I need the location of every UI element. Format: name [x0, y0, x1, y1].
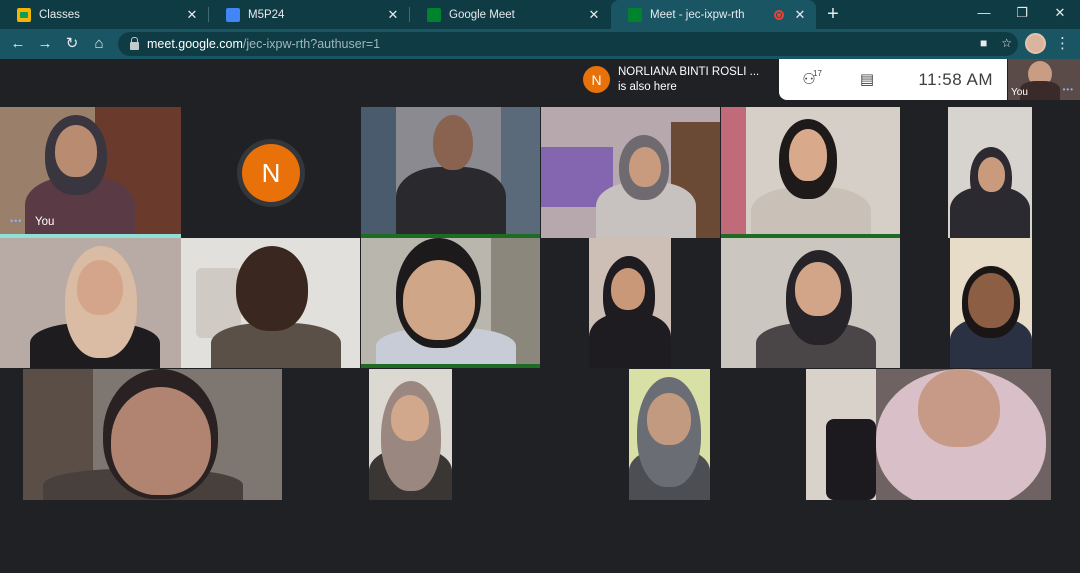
meet-icon: [427, 7, 441, 22]
minimize-button[interactable]: —: [966, 3, 1002, 23]
person-face: [611, 268, 645, 310]
tab-m5p24[interactable]: M5P24 ✕: [209, 0, 409, 29]
curtain: [721, 107, 746, 238]
person-face: [111, 387, 211, 495]
participant-tile[interactable]: [23, 369, 282, 500]
close-icon[interactable]: ✕: [385, 7, 401, 23]
self-view-thumbnail[interactable]: You •••: [1008, 59, 1080, 100]
tab-google-meet[interactable]: Google Meet ✕: [410, 0, 610, 29]
classroom-icon: [17, 7, 31, 22]
url-path: /jec-ixpw-rth?authuser=1: [242, 37, 381, 51]
participant-tile[interactable]: [629, 369, 710, 500]
participant-tile[interactable]: [361, 107, 540, 238]
chat-button[interactable]: ▤: [855, 70, 879, 90]
recording-icon: [774, 9, 784, 20]
participants-button[interactable]: ⚇ 17: [797, 69, 822, 90]
person-face: [795, 262, 841, 316]
notification-message: is also here: [618, 80, 677, 93]
person-face: [403, 260, 475, 340]
participant-name: You: [35, 216, 55, 228]
tab-title: Classes: [39, 8, 80, 21]
forward-button[interactable]: →: [35, 34, 55, 54]
browser-toolbar: ← → ↻ ⌂ meet.google.com/jec-ixpw-rth?aut…: [0, 29, 1080, 59]
participant-tile[interactable]: [721, 238, 900, 368]
self-view-label: You: [1011, 87, 1028, 98]
curtain: [501, 107, 540, 238]
person-face: [647, 393, 691, 445]
participant-tile[interactable]: [950, 238, 1032, 368]
participant-tile-you[interactable]: ••• You: [0, 107, 181, 238]
back-button[interactable]: ←: [8, 34, 28, 54]
person-face: [236, 246, 308, 331]
notification-avatar: N: [583, 66, 610, 93]
participants-count: 17: [813, 68, 822, 78]
close-icon[interactable]: ✕: [586, 7, 602, 23]
new-tab-button[interactable]: +: [822, 4, 844, 26]
browser-menu-icon[interactable]: ⋮: [1055, 34, 1070, 54]
participant-tile[interactable]: [0, 238, 181, 368]
m5p24-icon: [226, 7, 240, 22]
meet-top-bar: ⚇ 17 ▤ 11:58 AM: [779, 59, 1007, 100]
reload-button[interactable]: ↻: [62, 34, 82, 54]
participant-tile[interactable]: [589, 238, 671, 368]
person-face: [391, 395, 429, 441]
participant-tile[interactable]: [369, 369, 452, 500]
meet-call-area: N NORLIANA BINTI ROSLI ... is also here …: [0, 59, 1080, 573]
participant-tile-avatar[interactable]: N: [181, 107, 360, 238]
person-face: [629, 147, 661, 187]
tab-title: M5P24: [248, 8, 285, 21]
close-icon[interactable]: ✕: [184, 7, 200, 23]
person-face: [918, 369, 1000, 447]
more-options-icon[interactable]: •••: [1063, 85, 1074, 94]
tab-meet-call[interactable]: Meet - jec-ixpw-rth ✕: [611, 0, 816, 29]
participant-tile[interactable]: [721, 107, 900, 238]
person-face: [978, 157, 1005, 192]
more-options-icon[interactable]: •••: [10, 216, 22, 226]
person-face: [77, 260, 123, 315]
address-bar[interactable]: meet.google.com/jec-ixpw-rth?authuser=1 …: [118, 32, 1018, 56]
participant-tile[interactable]: [948, 107, 1032, 238]
bookmark-star-icon[interactable]: ☆: [1001, 36, 1012, 50]
person-face: [55, 125, 97, 177]
home-button[interactable]: ⌂: [89, 34, 109, 54]
tab-title: Google Meet: [449, 8, 515, 21]
person-face: [433, 115, 473, 170]
person-face: [789, 129, 827, 181]
person-body: [396, 167, 506, 238]
tab-strip: Classes ✕ M5P24 ✕ Google Meet ✕ Meet - j…: [0, 0, 1080, 29]
window-close-button[interactable]: ✕: [1042, 3, 1078, 23]
tab-title: Meet - jec-ixpw-rth: [650, 8, 745, 21]
participant-tile[interactable]: [361, 238, 540, 368]
restore-button[interactable]: ❐: [1004, 3, 1040, 23]
participant-tile[interactable]: [541, 107, 720, 238]
profile-avatar[interactable]: [1025, 33, 1046, 54]
meet-icon: [628, 7, 642, 22]
lock-icon[interactable]: [130, 37, 139, 50]
person-face: [968, 273, 1014, 328]
camera-icon[interactable]: ■: [980, 36, 987, 50]
backpack: [826, 419, 876, 500]
participant-avatar: N: [242, 144, 300, 202]
curtain: [361, 107, 396, 238]
notification-name: NORLIANA BINTI ROSLI ...: [618, 65, 760, 78]
close-icon[interactable]: ✕: [792, 7, 808, 23]
chat-icon: ▤: [859, 70, 875, 88]
speaking-indicator: [361, 364, 540, 368]
tab-classes[interactable]: Classes ✕: [0, 0, 208, 29]
url-host: meet.google.com: [147, 37, 243, 51]
participant-tile[interactable]: [806, 369, 1051, 500]
clock: 11:58 AM: [918, 69, 993, 89]
join-notification: N NORLIANA BINTI ROSLI ... is also here: [575, 59, 780, 100]
participant-tile[interactable]: [181, 238, 360, 368]
